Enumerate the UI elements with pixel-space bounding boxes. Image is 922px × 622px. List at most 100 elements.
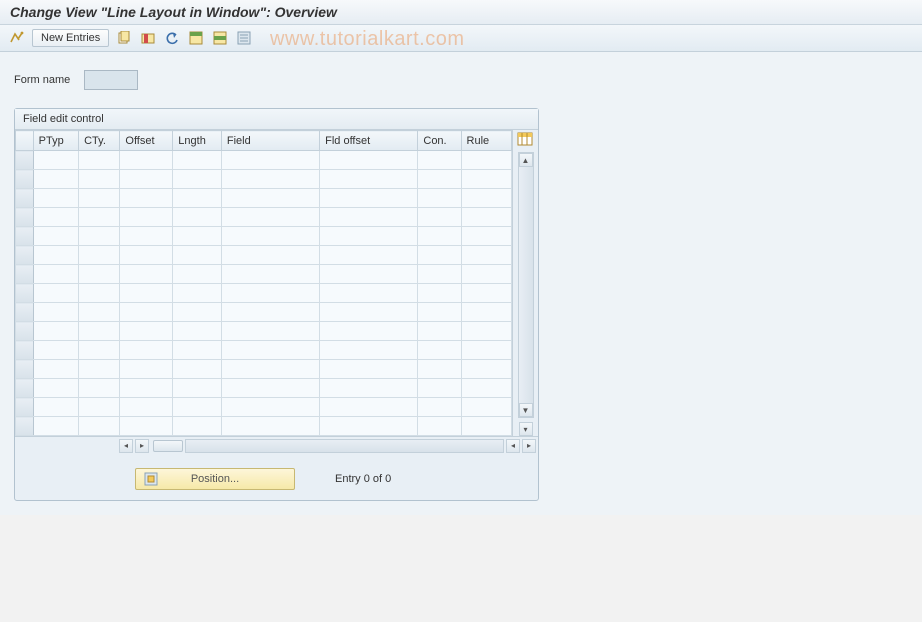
grid-cell[interactable] xyxy=(461,227,511,246)
grid-cell[interactable] xyxy=(418,360,461,379)
deselect-all-icon[interactable] xyxy=(235,29,253,47)
grid-cell[interactable] xyxy=(320,398,418,417)
grid-cell[interactable] xyxy=(79,246,120,265)
scroll-last-icon[interactable]: ▸ xyxy=(522,439,536,453)
grid-cell[interactable] xyxy=(320,341,418,360)
table-row[interactable] xyxy=(16,379,512,398)
grid-cell[interactable] xyxy=(120,151,173,170)
grid-cell[interactable] xyxy=(221,227,319,246)
grid-cell[interactable] xyxy=(418,398,461,417)
scroll-bottom-icon[interactable]: ▾ xyxy=(519,422,533,436)
grid-cell[interactable] xyxy=(79,379,120,398)
grid-cell[interactable] xyxy=(33,417,78,436)
grid-cell[interactable] xyxy=(120,360,173,379)
grid-cell[interactable] xyxy=(221,189,319,208)
row-selector[interactable] xyxy=(16,417,34,436)
grid-cell[interactable] xyxy=(320,189,418,208)
col-con[interactable]: Con. xyxy=(418,131,461,151)
grid-cell[interactable] xyxy=(33,246,78,265)
grid-cell[interactable] xyxy=(418,265,461,284)
horizontal-scrollbar[interactable]: ◂ ▸ ◂ ▸ xyxy=(15,436,538,454)
grid-cell[interactable] xyxy=(221,398,319,417)
grid-cell[interactable] xyxy=(461,417,511,436)
grid-cell[interactable] xyxy=(418,151,461,170)
grid-cell[interactable] xyxy=(173,246,222,265)
grid-cell[interactable] xyxy=(79,189,120,208)
grid-cell[interactable] xyxy=(33,398,78,417)
table-row[interactable] xyxy=(16,170,512,189)
grid-cell[interactable] xyxy=(33,341,78,360)
grid-cell[interactable] xyxy=(173,170,222,189)
grid-cell[interactable] xyxy=(418,170,461,189)
table-row[interactable] xyxy=(16,398,512,417)
table-row[interactable] xyxy=(16,151,512,170)
grid-cell[interactable] xyxy=(221,170,319,189)
delete-icon[interactable] xyxy=(139,29,157,47)
grid-cell[interactable] xyxy=(33,322,78,341)
table-row[interactable] xyxy=(16,341,512,360)
table-row[interactable] xyxy=(16,265,512,284)
grid-cell[interactable] xyxy=(79,265,120,284)
grid-cell[interactable] xyxy=(221,284,319,303)
grid-cell[interactable] xyxy=(418,417,461,436)
grid-cell[interactable] xyxy=(33,189,78,208)
grid-cell[interactable] xyxy=(120,227,173,246)
grid-cell[interactable] xyxy=(79,398,120,417)
scroll-down-icon[interactable]: ▼ xyxy=(519,403,533,417)
other-view-icon[interactable] xyxy=(8,29,26,47)
field-edit-grid[interactable]: PTyp CTy. Offset Lngth Field Fld offset … xyxy=(15,130,512,436)
grid-cell[interactable] xyxy=(120,189,173,208)
form-name-input[interactable] xyxy=(84,70,138,90)
row-selector[interactable] xyxy=(16,265,34,284)
grid-cell[interactable] xyxy=(79,151,120,170)
row-selector[interactable] xyxy=(16,170,34,189)
grid-cell[interactable] xyxy=(461,151,511,170)
row-selector[interactable] xyxy=(16,341,34,360)
new-entries-button[interactable]: New Entries xyxy=(32,29,109,47)
col-field[interactable]: Field xyxy=(221,131,319,151)
grid-cell[interactable] xyxy=(120,379,173,398)
hscroll-track[interactable] xyxy=(185,439,504,453)
grid-cell[interactable] xyxy=(221,246,319,265)
grid-cell[interactable] xyxy=(221,151,319,170)
grid-cell[interactable] xyxy=(320,265,418,284)
grid-cell[interactable] xyxy=(418,379,461,398)
grid-cell[interactable] xyxy=(418,246,461,265)
grid-cell[interactable] xyxy=(461,322,511,341)
grid-cell[interactable] xyxy=(320,227,418,246)
grid-cell[interactable] xyxy=(33,360,78,379)
grid-cell[interactable] xyxy=(461,284,511,303)
table-row[interactable] xyxy=(16,322,512,341)
grid-cell[interactable] xyxy=(120,303,173,322)
grid-cell[interactable] xyxy=(33,265,78,284)
grid-cell[interactable] xyxy=(461,170,511,189)
table-row[interactable] xyxy=(16,417,512,436)
grid-cell[interactable] xyxy=(173,303,222,322)
grid-cell[interactable] xyxy=(33,170,78,189)
row-selector[interactable] xyxy=(16,284,34,303)
grid-cell[interactable] xyxy=(79,227,120,246)
grid-cell[interactable] xyxy=(461,208,511,227)
grid-cell[interactable] xyxy=(120,208,173,227)
grid-cell[interactable] xyxy=(33,208,78,227)
grid-cell[interactable] xyxy=(461,303,511,322)
grid-cell[interactable] xyxy=(320,284,418,303)
grid-cell[interactable] xyxy=(173,284,222,303)
grid-cell[interactable] xyxy=(320,246,418,265)
row-selector[interactable] xyxy=(16,360,34,379)
grid-cell[interactable] xyxy=(461,398,511,417)
grid-cell[interactable] xyxy=(221,265,319,284)
select-all-icon[interactable] xyxy=(187,29,205,47)
grid-cell[interactable] xyxy=(79,360,120,379)
grid-cell[interactable] xyxy=(461,265,511,284)
grid-cell[interactable] xyxy=(461,379,511,398)
grid-cell[interactable] xyxy=(79,322,120,341)
grid-cell[interactable] xyxy=(221,417,319,436)
row-selector[interactable] xyxy=(16,246,34,265)
grid-cell[interactable] xyxy=(120,265,173,284)
grid-cell[interactable] xyxy=(120,417,173,436)
table-row[interactable] xyxy=(16,208,512,227)
grid-cell[interactable] xyxy=(418,227,461,246)
grid-cell[interactable] xyxy=(79,170,120,189)
table-row[interactable] xyxy=(16,360,512,379)
